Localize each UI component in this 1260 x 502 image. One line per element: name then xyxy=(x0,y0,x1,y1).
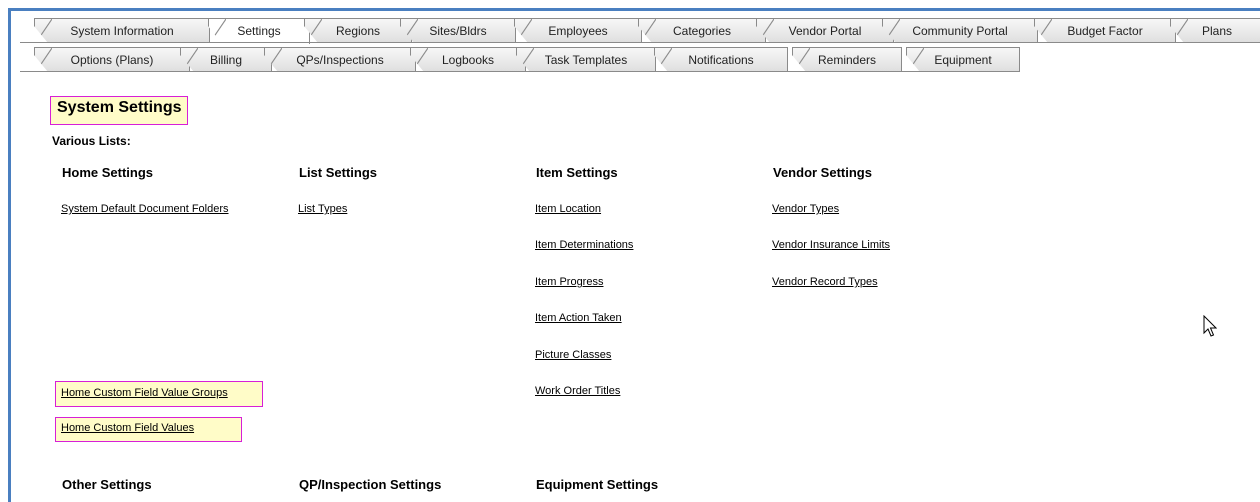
tab-logbooks[interactable]: Logbooks xyxy=(410,47,526,72)
tab-regions[interactable]: Regions xyxy=(304,18,412,43)
link-home-custom-field-value-groups[interactable]: Home Custom Field Value Groups xyxy=(61,387,228,399)
tab-settings[interactable]: Settings xyxy=(208,18,310,44)
section-subtitle: Various Lists: xyxy=(52,134,131,148)
link-vendor-insurance-limits[interactable]: Vendor Insurance Limits xyxy=(772,239,890,251)
tab-community-portal[interactable]: Community Portal xyxy=(882,18,1038,43)
other-settings-heading: Other Settings xyxy=(62,477,152,492)
tab-task-templates[interactable]: Task Templates xyxy=(516,47,656,72)
mouse-cursor-icon xyxy=(1203,315,1217,337)
vendor-settings-heading: Vendor Settings xyxy=(773,165,872,180)
link-work-order-titles[interactable]: Work Order Titles xyxy=(535,385,620,397)
equipment-settings-heading: Equipment Settings xyxy=(536,477,659,492)
tab-sites-bldrs[interactable]: Sites/Bldrs xyxy=(400,18,516,43)
link-system-default-document-folders[interactable]: System Default Document Folders xyxy=(61,203,229,215)
tab-row-1-baseline xyxy=(20,42,1260,43)
tab-reminders[interactable]: Reminders xyxy=(792,47,902,72)
tab-row-1: System Information Settings Regions Site… xyxy=(20,18,1260,44)
tab-equipment[interactable]: Equipment xyxy=(906,47,1020,72)
tab-row-2-baseline xyxy=(20,71,1020,72)
link-vendor-types[interactable]: Vendor Types xyxy=(772,203,839,215)
list-settings-heading: List Settings xyxy=(299,165,378,180)
link-item-progress[interactable]: Item Progress xyxy=(535,276,603,288)
tab-billing[interactable]: Billing xyxy=(180,47,272,72)
tab-budget-factor[interactable]: Budget Factor xyxy=(1034,18,1176,43)
tab-employees[interactable]: Employees xyxy=(514,18,642,43)
tab-vendor-portal[interactable]: Vendor Portal xyxy=(756,18,894,43)
page-title: System Settings xyxy=(50,96,189,125)
tab-system-information[interactable]: System Information xyxy=(34,18,210,43)
link-list-types[interactable]: List Types xyxy=(298,203,347,215)
home-settings-heading: Home Settings xyxy=(62,165,154,180)
link-picture-classes[interactable]: Picture Classes xyxy=(535,349,611,361)
link-item-action-taken[interactable]: Item Action Taken xyxy=(535,312,622,324)
tab-options-plans[interactable]: Options (Plans) xyxy=(34,47,190,72)
item-settings-heading: Item Settings xyxy=(536,165,618,180)
tab-categories[interactable]: Categories xyxy=(638,18,766,43)
tab-notifications[interactable]: Notifications xyxy=(654,47,788,72)
link-vendor-record-types[interactable]: Vendor Record Types xyxy=(772,276,878,288)
link-item-determinations[interactable]: Item Determinations xyxy=(535,239,633,251)
tab-qps-inspections[interactable]: QPs/Inspections xyxy=(264,47,416,72)
qp-inspection-settings-heading: QP/Inspection Settings xyxy=(299,477,442,492)
tab-row-2: Options (Plans) Billing QPs/Inspections … xyxy=(20,47,1020,72)
link-home-custom-field-values[interactable]: Home Custom Field Values xyxy=(61,422,194,434)
link-item-location[interactable]: Item Location xyxy=(535,203,601,215)
tab-plans[interactable]: Plans xyxy=(1170,18,1260,43)
